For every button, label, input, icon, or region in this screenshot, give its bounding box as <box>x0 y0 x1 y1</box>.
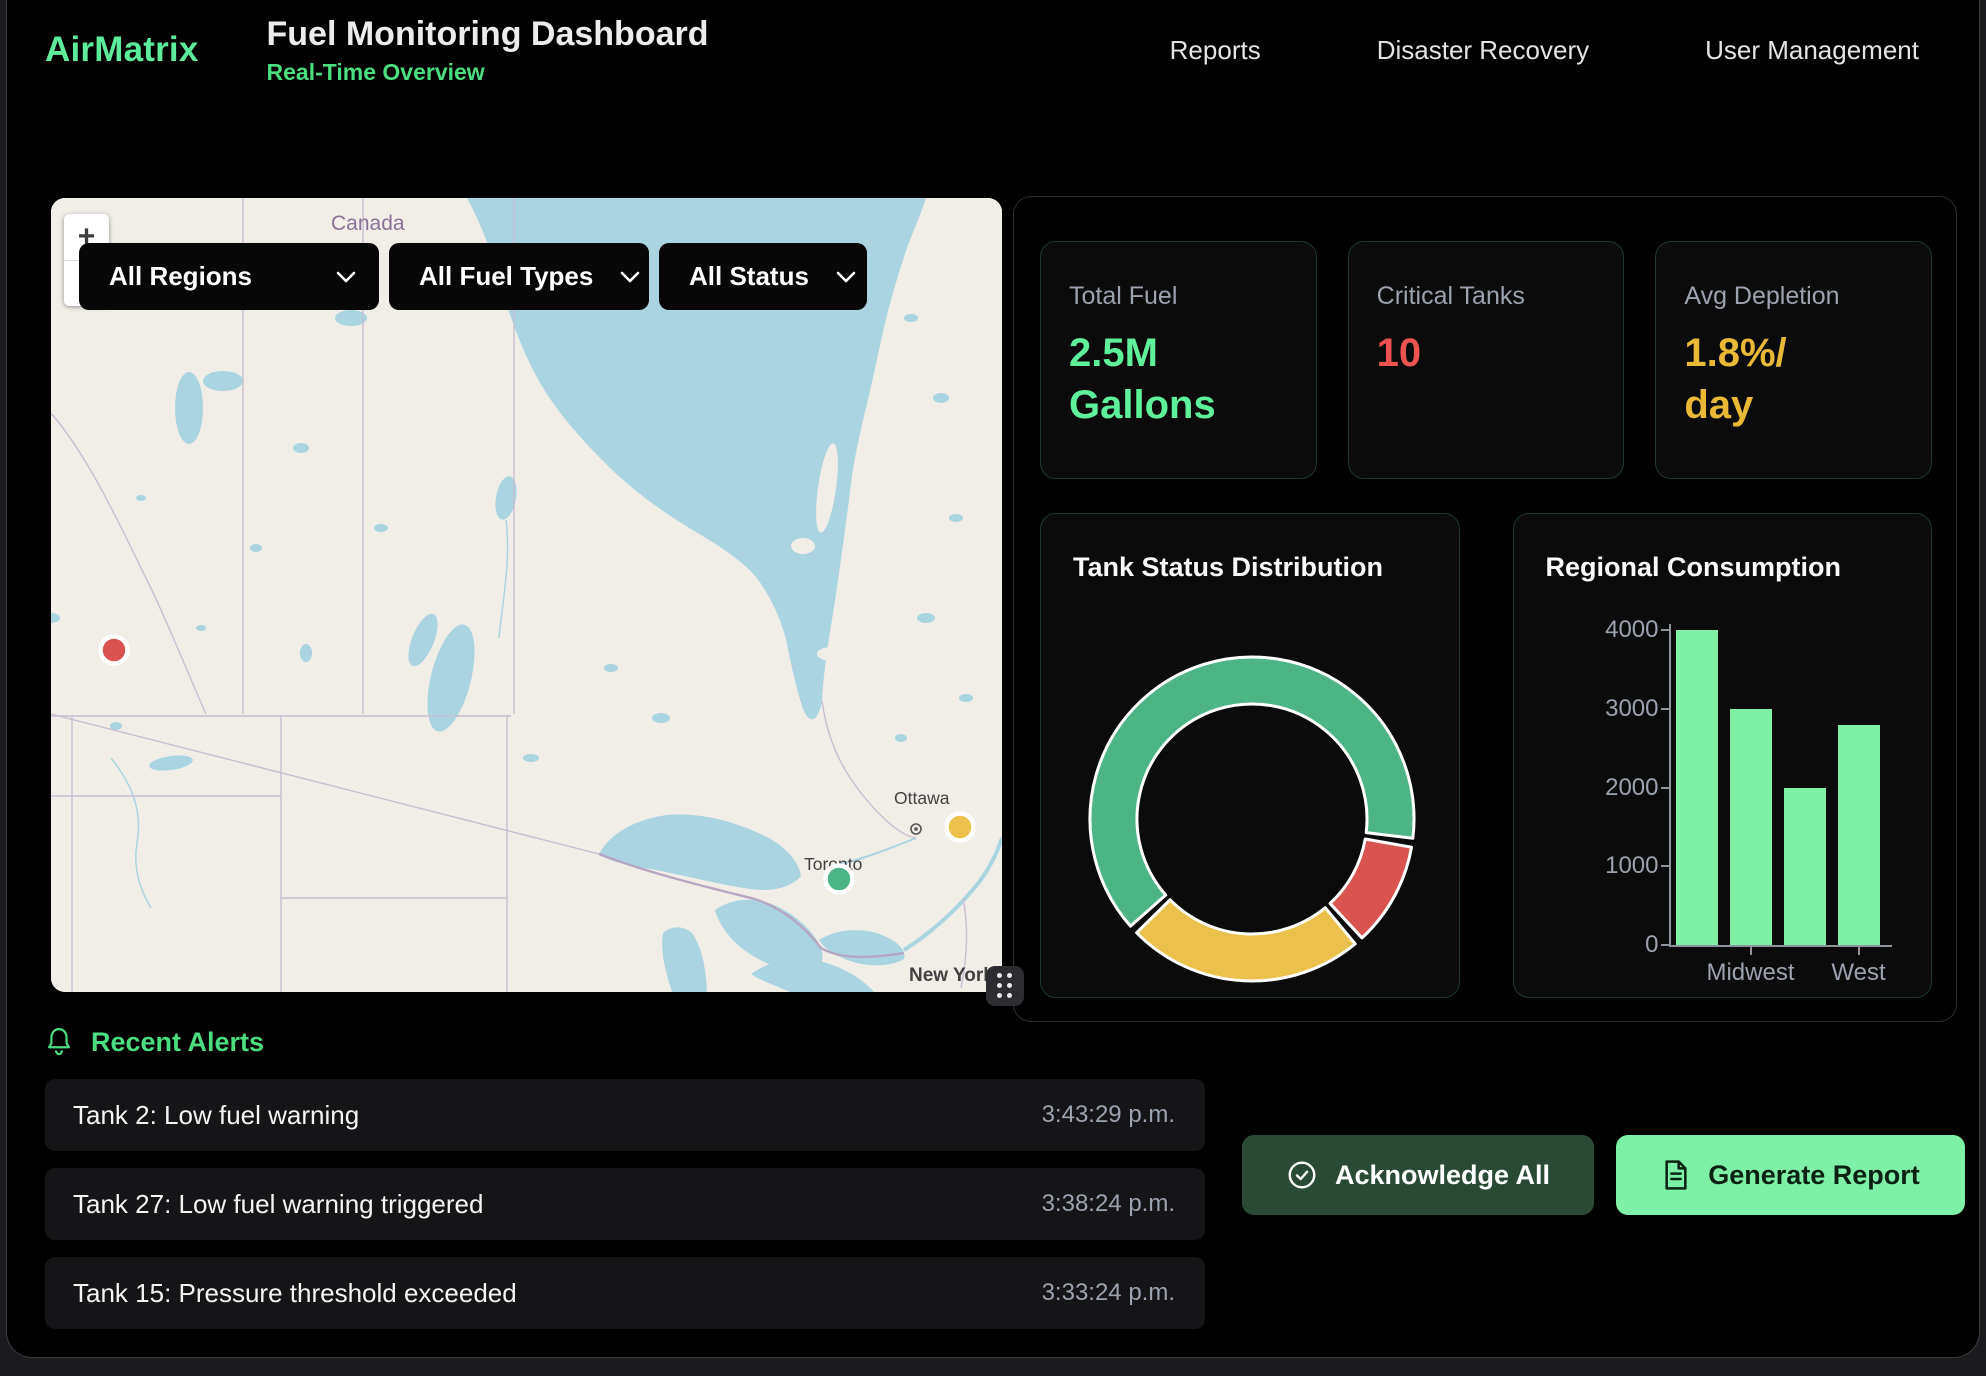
kpi-value: 1.8%/ day <box>1684 327 1903 431</box>
map-filter-bar: All Regions All Fuel Types All Status <box>79 243 867 310</box>
map-resize-handle[interactable] <box>986 966 1024 1006</box>
filter-dropdown-all-fuel-types[interactable]: All Fuel Types <box>389 243 649 310</box>
x-tick-label: Midwest <box>1706 959 1794 987</box>
tank-marker-normal[interactable] <box>826 866 853 893</box>
map-city-label-new-york: New York <box>909 965 994 986</box>
bar-chart: 0 1000 2000 3000 4000 Midwest West <box>1514 514 1932 997</box>
map-panel[interactable]: Canada OttawaTorontoNew York + − All Reg… <box>51 198 1002 992</box>
y-tick-mark <box>1661 708 1669 710</box>
header: AirMatrix Fuel Monitoring Dashboard Real… <box>7 0 1979 100</box>
map-canvas[interactable]: Canada OttawaTorontoNew York <box>51 198 1002 992</box>
donut-segment-warning <box>1137 900 1356 981</box>
title-block: Fuel Monitoring Dashboard Real-Time Over… <box>267 14 709 86</box>
kpi-value: 10 <box>1377 327 1596 379</box>
alert-message: Tank 2: Low fuel warning <box>73 1100 359 1131</box>
alert-timestamp: 3:38:24 p.m. <box>1042 1190 1175 1218</box>
bar-west <box>1838 725 1880 946</box>
check-circle-icon <box>1286 1159 1318 1191</box>
acknowledge-all-label: Acknowledge All <box>1335 1160 1550 1191</box>
top-nav: Reports Disaster Recovery User Management <box>1170 35 1979 66</box>
filter-dropdown-all-status[interactable]: All Status <box>659 243 867 310</box>
acknowledge-all-button[interactable]: Acknowledge All <box>1242 1135 1594 1215</box>
app-window: AirMatrix Fuel Monitoring Dashboard Real… <box>6 0 1980 1358</box>
y-axis-line <box>1669 624 1671 947</box>
alert-timestamp: 3:33:24 p.m. <box>1042 1279 1175 1307</box>
stats-panel: Total Fuel 2.5M Gallons Critical Tanks 10 Av… <box>1013 196 1957 1022</box>
page-title: Fuel Monitoring Dashboard <box>267 14 709 55</box>
kpi-card-avg-depletion: Avg Depletion 1.8%/ day <box>1655 241 1932 479</box>
tank-marker-critical[interactable] <box>101 637 128 664</box>
dropdown-label: All Regions <box>109 261 252 292</box>
chevron-down-icon <box>835 270 857 284</box>
alert-row[interactable]: Tank 15: Pressure threshold exceeded 3:33… <box>45 1257 1205 1329</box>
bar-south <box>1784 788 1826 946</box>
kpi-label: Critical Tanks <box>1377 282 1596 311</box>
nav-item-reports[interactable]: Reports <box>1170 35 1261 66</box>
alert-timestamp: 3:43:29 p.m. <box>1042 1101 1175 1129</box>
generate-report-button[interactable]: Generate Report <box>1616 1135 1965 1215</box>
y-tick-label: 4000 <box>1569 616 1659 644</box>
x-tick-label: West <box>1831 959 1885 987</box>
y-tick-mark <box>1661 629 1669 631</box>
regional-consumption-card: Regional Consumption 01000200030004000Mi… <box>1513 513 1933 998</box>
alert-message: Tank 15: Pressure threshold exceeded <box>73 1278 517 1309</box>
y-tick-label: 0 <box>1569 931 1659 959</box>
nav-item-user-management[interactable]: User Management <box>1705 35 1919 66</box>
brand-logo: AirMatrix <box>45 30 199 70</box>
bar-northeast <box>1676 630 1718 945</box>
filter-dropdown-all-regions[interactable]: All Regions <box>79 243 379 310</box>
alerts-title: Recent Alerts <box>91 1027 264 1058</box>
alert-row[interactable]: Tank 2: Low fuel warning 3:43:29 p.m. <box>45 1079 1205 1151</box>
bar-midwest <box>1730 709 1772 945</box>
donut-chart-title: Tank Status Distribution <box>1073 552 1383 583</box>
nav-item-disaster-recovery[interactable]: Disaster Recovery <box>1377 35 1589 66</box>
x-tick-mark <box>1750 947 1752 955</box>
chevron-down-icon <box>619 270 641 284</box>
y-tick-label: 3000 <box>1569 695 1659 723</box>
alert-message: Tank 27: Low fuel warning triggered <box>73 1189 483 1220</box>
kpi-card-total-fuel: Total Fuel 2.5M Gallons <box>1040 241 1317 479</box>
document-icon <box>1661 1159 1691 1191</box>
dropdown-label: All Status <box>689 261 809 292</box>
donut-segment-critical <box>1330 839 1411 938</box>
kpi-card-critical-tanks: Critical Tanks 10 <box>1348 241 1625 479</box>
page-subtitle: Real-Time Overview <box>267 59 709 86</box>
bell-icon <box>45 1026 73 1058</box>
y-tick-mark <box>1661 787 1669 789</box>
y-tick-label: 1000 <box>1569 852 1659 880</box>
dropdown-label: All Fuel Types <box>419 261 593 292</box>
donut-chart <box>1082 649 1422 994</box>
kpi-label: Total Fuel <box>1069 282 1288 311</box>
tank-status-card: Tank Status Distribution <box>1040 513 1460 998</box>
y-tick-mark <box>1661 865 1669 867</box>
generate-report-label: Generate Report <box>1708 1160 1920 1191</box>
map-label-canada: Canada <box>331 212 405 235</box>
action-buttons: Acknowledge All Generate Report <box>1242 1135 1965 1215</box>
kpi-row: Total Fuel 2.5M Gallons Critical Tanks 10 Av… <box>1040 241 1932 479</box>
map-city-label-ottawa: Ottawa <box>894 788 950 808</box>
y-tick-label: 2000 <box>1569 774 1659 802</box>
alert-list: Tank 2: Low fuel warning3:43:29 p.m.Tank… <box>45 1079 1205 1346</box>
kpi-label: Avg Depletion <box>1684 282 1903 311</box>
alert-row[interactable]: Tank 27: Low fuel warning triggered 3:38:… <box>45 1168 1205 1240</box>
y-tick-mark <box>1661 944 1669 946</box>
chevron-down-icon <box>335 270 357 284</box>
x-tick-mark <box>1858 947 1860 955</box>
charts-row: Tank Status Distribution Regional Consum… <box>1040 513 1932 998</box>
alerts-header: Recent Alerts <box>45 1026 264 1058</box>
kpi-value: 2.5M Gallons <box>1069 327 1288 431</box>
tank-marker-warning[interactable] <box>947 814 974 841</box>
